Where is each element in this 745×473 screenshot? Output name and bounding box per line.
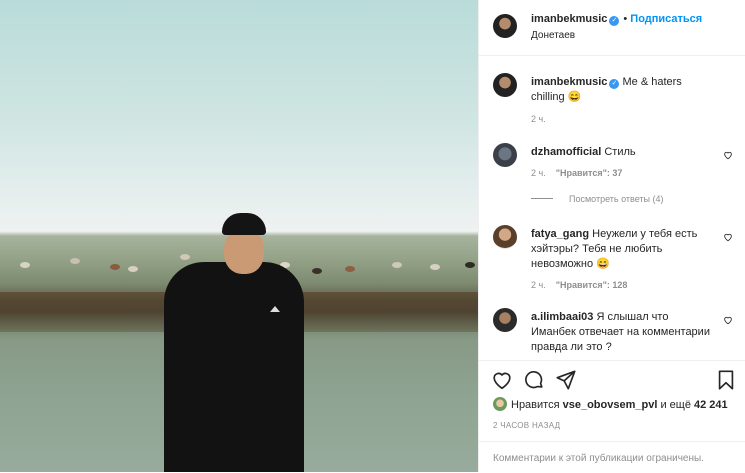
likes-user[interactable]: vse_obovsem_pvl — [563, 399, 658, 411]
caption-username[interactable]: imanbekmusic — [531, 76, 607, 88]
avatar[interactable] — [493, 308, 517, 332]
comment-item: a.ilimbaai03 Я слышал что Иманбек отвеча… — [493, 308, 733, 360]
view-replies-button[interactable]: Посмотреть ответы (4) — [531, 194, 664, 204]
header-username[interactable]: imanbekmusic — [531, 13, 607, 25]
verified-badge-icon: ✓ — [609, 79, 620, 89]
caption: imanbekmusic ✓ Me & haters chilling 😄 2 ч… — [493, 73, 733, 124]
comment-username[interactable]: dzhamofficial — [531, 146, 601, 158]
comment-time[interactable]: 2 ч. — [531, 168, 546, 178]
jacket-logo — [270, 306, 280, 312]
post-header: imanbekmusic ✓ • Подписаться Донетаев — [479, 0, 745, 56]
avatar[interactable] — [493, 143, 517, 167]
view-replies-label: Посмотреть ответы (4) — [569, 194, 664, 204]
likes-count[interactable]: 42 241 — [694, 399, 728, 411]
post-photo[interactable] — [0, 0, 478, 472]
comments-limited-notice: Комментарии к этой публикации ограничены… — [479, 441, 745, 473]
post-dialog: imanbekmusic ✓ • Подписаться Донетаев imanb… — [0, 0, 745, 472]
comment-like-heart-icon[interactable] — [723, 150, 733, 160]
comment-item: fatya_gang Неужели у тебя есть хэйтэры? … — [493, 225, 733, 295]
cap — [222, 213, 266, 235]
paper-plane-icon[interactable] — [555, 369, 577, 391]
likes-prefix: Нравится — [511, 399, 560, 411]
follow-button[interactable]: Подписаться — [630, 13, 702, 25]
person-figure — [164, 210, 304, 472]
verified-badge-icon: ✓ — [609, 16, 620, 26]
likes-summary[interactable]: Нравится vse_obovsem_pvl и ещё 42 241 — [493, 397, 728, 411]
comment-bubble-icon[interactable] — [523, 369, 545, 391]
caption-time[interactable]: 2 ч. — [531, 114, 546, 124]
avatar[interactable] — [493, 14, 517, 38]
likes-mid: и ещё — [660, 399, 691, 411]
comments-list[interactable]: imanbekmusic ✓ Me & haters chilling 😄 2 ч… — [479, 57, 745, 360]
bookmark-icon[interactable] — [715, 369, 737, 391]
comment-likes[interactable]: "Нравится": 37 — [556, 168, 623, 178]
separator: • — [623, 13, 628, 25]
comment-username[interactable]: a.ilimbaai03 — [531, 311, 593, 323]
location-link[interactable]: Донетаев — [531, 30, 575, 41]
comment-like-heart-icon[interactable] — [723, 315, 733, 325]
avatar[interactable] — [493, 225, 517, 249]
comment-username[interactable]: fatya_gang — [531, 228, 589, 240]
comment-time[interactable]: 2 ч. — [531, 280, 546, 290]
avatar[interactable] — [493, 73, 517, 97]
post-time[interactable]: 2 ЧАСОВ НАЗАД — [493, 421, 560, 430]
liker-avatar — [493, 397, 507, 411]
heart-icon[interactable] — [491, 369, 513, 391]
comment-likes[interactable]: "Нравится": 128 — [556, 280, 628, 290]
comment-like-heart-icon[interactable] — [723, 232, 733, 242]
post-actions: Нравится vse_obovsem_pvl и ещё 42 241 2 … — [479, 360, 745, 472]
replies-line — [531, 198, 553, 199]
post-side-panel: imanbekmusic ✓ • Подписаться Донетаев imanb… — [478, 0, 745, 472]
comment-text: Стиль — [604, 146, 636, 158]
